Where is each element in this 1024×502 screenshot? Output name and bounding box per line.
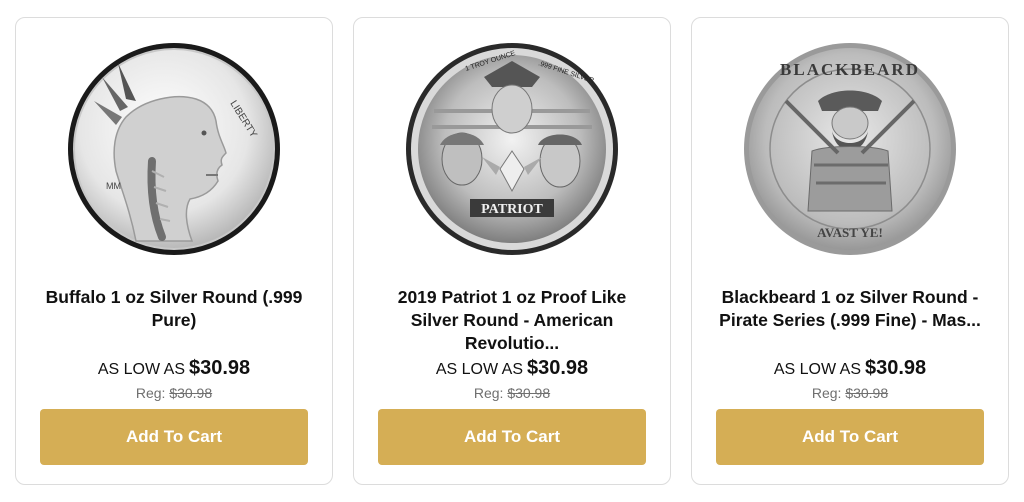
reg-label: Reg: xyxy=(811,385,842,401)
price-prefix: AS LOW AS xyxy=(773,361,861,378)
coin-mint-mark-text: MM xyxy=(106,181,121,191)
coin-blackbeard-text: BLACKBEARD xyxy=(780,60,920,79)
regular-price: Reg: $30.98 xyxy=(692,385,1008,401)
product-card: PATRIOT 1 TROY OUNCE .999 FINE SILVER 20… xyxy=(353,17,671,485)
product-title[interactable]: Blackbeard 1 oz Silver Round - Pirate Se… xyxy=(710,286,990,332)
price-prefix: AS LOW AS xyxy=(435,361,523,378)
price-amount: $30.98 xyxy=(188,357,251,379)
price-line: AS LOW AS $30.98 xyxy=(16,357,332,380)
reg-price-strikethrough: $30.98 xyxy=(845,385,889,401)
price-amount: $30.98 xyxy=(526,357,589,379)
product-grid: LIBERTY MM Buffalo 1 oz Silver Round (.9… xyxy=(0,0,1024,502)
buffalo-coin-image[interactable]: LIBERTY MM xyxy=(66,41,282,257)
regular-price: Reg: $30.98 xyxy=(354,385,670,401)
reg-label: Reg: xyxy=(135,385,166,401)
price-line: AS LOW AS $30.98 xyxy=(354,357,670,380)
add-to-cart-button[interactable]: Add To Cart xyxy=(40,409,308,465)
patriot-coin-icon: PATRIOT 1 TROY OUNCE .999 FINE SILVER xyxy=(406,43,618,255)
product-card: BLACKBEARD AVAST YE! Blackbeard 1 oz Sil… xyxy=(691,17,1009,485)
reg-label: Reg: xyxy=(473,385,504,401)
coin-avast-ye-text: AVAST YE! xyxy=(817,225,883,240)
patriot-coin-image[interactable]: PATRIOT 1 TROY OUNCE .999 FINE SILVER xyxy=(404,41,620,257)
regular-price: Reg: $30.98 xyxy=(16,385,332,401)
price-line: AS LOW AS $30.98 xyxy=(692,357,1008,380)
reg-price-strikethrough: $30.98 xyxy=(507,385,551,401)
price-prefix: AS LOW AS xyxy=(97,361,185,378)
coin-patriot-text: PATRIOT xyxy=(481,202,543,217)
price-amount: $30.98 xyxy=(864,357,927,379)
blackbeard-coin-icon: BLACKBEARD AVAST YE! xyxy=(744,43,956,255)
reg-price-strikethrough: $30.98 xyxy=(169,385,213,401)
add-to-cart-button[interactable]: Add To Cart xyxy=(378,409,646,465)
product-title[interactable]: 2019 Patriot 1 oz Proof Like Silver Roun… xyxy=(372,286,652,355)
product-title[interactable]: Buffalo 1 oz Silver Round (.999 Pure) xyxy=(34,286,314,332)
product-card: LIBERTY MM Buffalo 1 oz Silver Round (.9… xyxy=(15,17,333,485)
buffalo-coin-icon: LIBERTY MM xyxy=(68,43,280,255)
add-to-cart-button[interactable]: Add To Cart xyxy=(716,409,984,465)
blackbeard-coin-image[interactable]: BLACKBEARD AVAST YE! xyxy=(742,41,958,257)
